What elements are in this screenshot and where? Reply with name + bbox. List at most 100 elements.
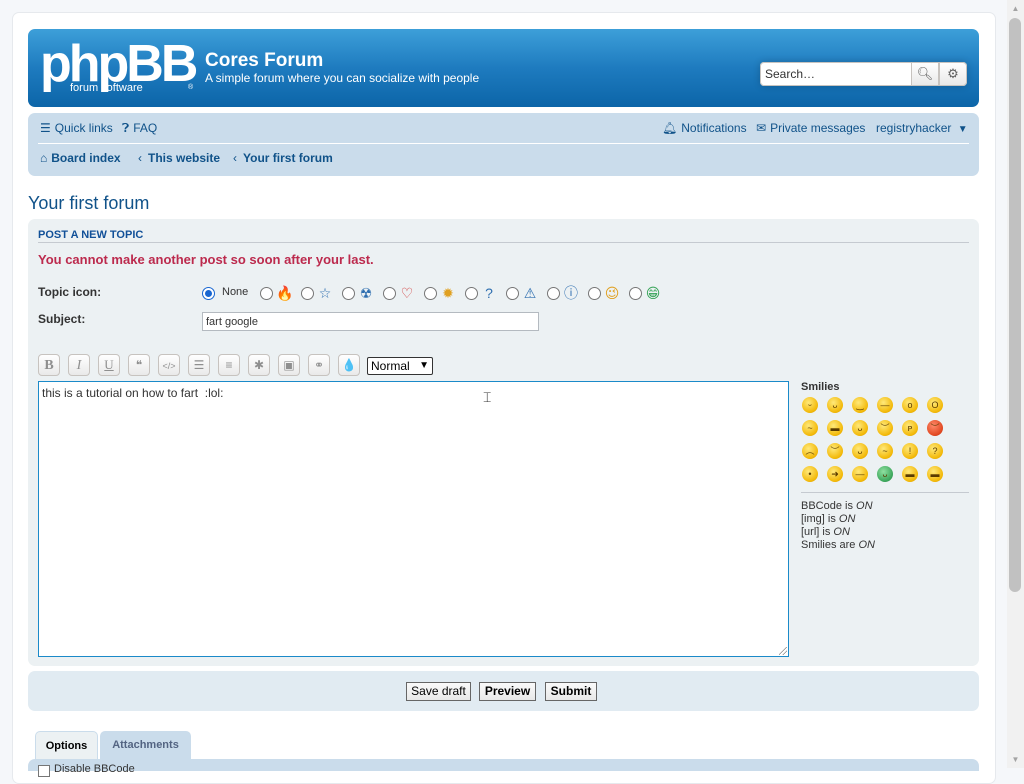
submit-button[interactable]: Submit [545, 682, 597, 701]
vertical-scrollbar[interactable]: ▲ ▼ [1007, 0, 1024, 768]
list-item-icon: ✱ [253, 358, 265, 372]
faq-link[interactable]: ❓︎ FAQ [122, 121, 157, 136]
site-header: phpBB forum software ® Cores Forum A sim… [28, 29, 979, 107]
bbcode-status-value[interactable]: ON [856, 500, 873, 512]
smile-smiley-icon[interactable]: ᵕ [802, 397, 818, 413]
disable-bbcode-checkbox[interactable] [38, 765, 50, 777]
url-status-label: [url] is [801, 526, 834, 538]
list-button[interactable]: ☰ [188, 354, 210, 376]
subject-input[interactable] [202, 312, 539, 331]
font-size-select[interactable]: Normal ▼ [367, 357, 433, 375]
page-title[interactable]: Your first forum [28, 193, 149, 214]
underline-button[interactable]: U [98, 354, 120, 376]
smilies-heading: Smilies [801, 381, 840, 393]
confused-smiley-icon[interactable]: ~ [802, 420, 818, 436]
smilies-status-label: Smilies are [801, 539, 859, 551]
message-textarea[interactable]: this is a tutorial on how to fart :lol: … [38, 381, 789, 657]
resize-handle[interactable] [779, 647, 787, 655]
preview-button[interactable]: Preview [479, 682, 536, 701]
topic-icon-radio[interactable] [465, 287, 478, 300]
breadcrumb-this-website[interactable]: This website [148, 151, 220, 165]
laugh-smiley-icon[interactable]: ᴗ [852, 420, 868, 436]
twisted-smiley-icon[interactable]: ᴗ [852, 443, 868, 459]
breadcrumb-your-first-forum[interactable]: Your first forum [243, 151, 333, 165]
geek-smiley-icon[interactable]: — [852, 466, 868, 482]
search-input[interactable] [760, 62, 918, 86]
ordered-list-button[interactable]: ≡ [218, 354, 240, 376]
mad-smiley-icon[interactable]: ︶ [877, 420, 893, 436]
idea-smiley-icon[interactable]: • [802, 466, 818, 482]
img-status: [img] is ON [801, 513, 855, 525]
save-draft-button[interactable]: Save draft [406, 682, 471, 701]
arrow-smiley-icon[interactable]: ➜ [827, 466, 843, 482]
message-text: this is a tutorial on how to fart :lol: [42, 386, 224, 400]
site-title[interactable]: Cores Forum [205, 50, 323, 72]
topic-icon-radio[interactable] [629, 287, 642, 300]
cool-smiley-icon[interactable]: ▬ [827, 420, 843, 436]
scrollbar-thumb[interactable] [1009, 18, 1021, 592]
phpbb-logo[interactable]: phpBB forum software ® [40, 36, 200, 98]
exclaim-smiley-icon[interactable]: ! [902, 443, 918, 459]
advanced-search-button[interactable]: ⚙ [939, 62, 967, 86]
topic-icon-radio[interactable] [202, 287, 215, 300]
image-icon: ▣ [283, 358, 295, 372]
code-button[interactable]: </> [158, 354, 180, 376]
surprised-smiley-icon[interactable]: o [902, 397, 918, 413]
nerd-smiley-icon[interactable]: ▬ [927, 466, 943, 482]
font-size-value: Normal [371, 359, 410, 373]
topic-icon-radio[interactable] [383, 287, 396, 300]
private-messages-link[interactable]: ✉ Private messages [756, 121, 865, 135]
user-menu[interactable]: registryhacker ▼ [876, 121, 968, 135]
topic-icon-radio[interactable] [506, 287, 519, 300]
mrgreen-icon: 😁 [645, 285, 661, 301]
tab-options[interactable]: Options [35, 731, 98, 759]
notifications-link[interactable]: 🔔︎ Notifications [662, 121, 747, 135]
logo-subtext: forum software [70, 82, 143, 94]
options-panel: Disable BBCode [28, 759, 979, 777]
img-status-label: [img] is [801, 513, 839, 525]
question-smiley-icon[interactable]: ? [927, 443, 943, 459]
scroll-up-icon[interactable]: ▲ [1007, 0, 1024, 17]
private-messages-label: Private messages [770, 121, 866, 135]
color-button[interactable]: 💧 [338, 354, 360, 376]
grin-smiley-icon[interactable]: ᴗ [827, 397, 843, 413]
cry-smiley-icon[interactable]: ︵ [802, 443, 818, 459]
evil-smiley-icon[interactable]: ︶ [827, 443, 843, 459]
ugeek-smiley-icon[interactable]: ▬ [902, 466, 918, 482]
razz-smiley-icon[interactable]: ᴘ [902, 420, 918, 436]
italic-button[interactable]: I [68, 354, 90, 376]
neutral-smiley-icon[interactable]: — [877, 397, 893, 413]
bold-button[interactable]: B [38, 354, 60, 376]
list-item-button[interactable]: ✱ [248, 354, 270, 376]
topic-icon-radio[interactable] [588, 287, 601, 300]
bell-icon: 🔔︎ [662, 121, 678, 135]
mrgreen-smiley-icon[interactable]: ᴗ [877, 466, 893, 482]
topic-icon-radio[interactable] [260, 287, 273, 300]
link-button[interactable]: ⚭ [308, 354, 330, 376]
topic-icon-radio[interactable] [547, 287, 560, 300]
posting-panel: POST A NEW TOPIC You cannot make another… [28, 219, 979, 666]
eek-smiley-icon[interactable]: O [927, 397, 943, 413]
inbox-icon: ✉ [756, 121, 767, 135]
img-status-value: ON [838, 513, 856, 525]
gear-icon: ⚙ [947, 66, 959, 81]
topic-icon-radio[interactable] [424, 287, 437, 300]
radioactive-icon: ☢ [359, 285, 373, 301]
site-description: A simple forum where you can socialize w… [205, 71, 480, 85]
rolleyes-smiley-icon[interactable]: ~ [877, 443, 893, 459]
wink-smiley-icon[interactable]: ‿ [852, 397, 868, 413]
topic-icon-radio[interactable] [301, 287, 314, 300]
question-circle-icon: ❓︎ [122, 121, 130, 135]
smilies-status: Smilies are ON [801, 539, 875, 551]
search-button[interactable]: 🔍︎ [911, 62, 939, 86]
tab-attachments[interactable]: Attachments [100, 731, 191, 759]
underline-icon: U [104, 357, 114, 372]
breadcrumb-board-index[interactable]: ⌂ Board index [40, 151, 121, 165]
redface-smiley-icon[interactable]: ︶ [927, 420, 943, 436]
ordered-list-icon: ≡ [225, 358, 233, 372]
quick-links-menu[interactable]: ☰ Quick links [40, 121, 113, 135]
scroll-down-icon[interactable]: ▼ [1007, 751, 1024, 768]
quote-button[interactable]: ❝ [128, 354, 150, 376]
image-button[interactable]: ▣ [278, 354, 300, 376]
topic-icon-radio[interactable] [342, 287, 355, 300]
